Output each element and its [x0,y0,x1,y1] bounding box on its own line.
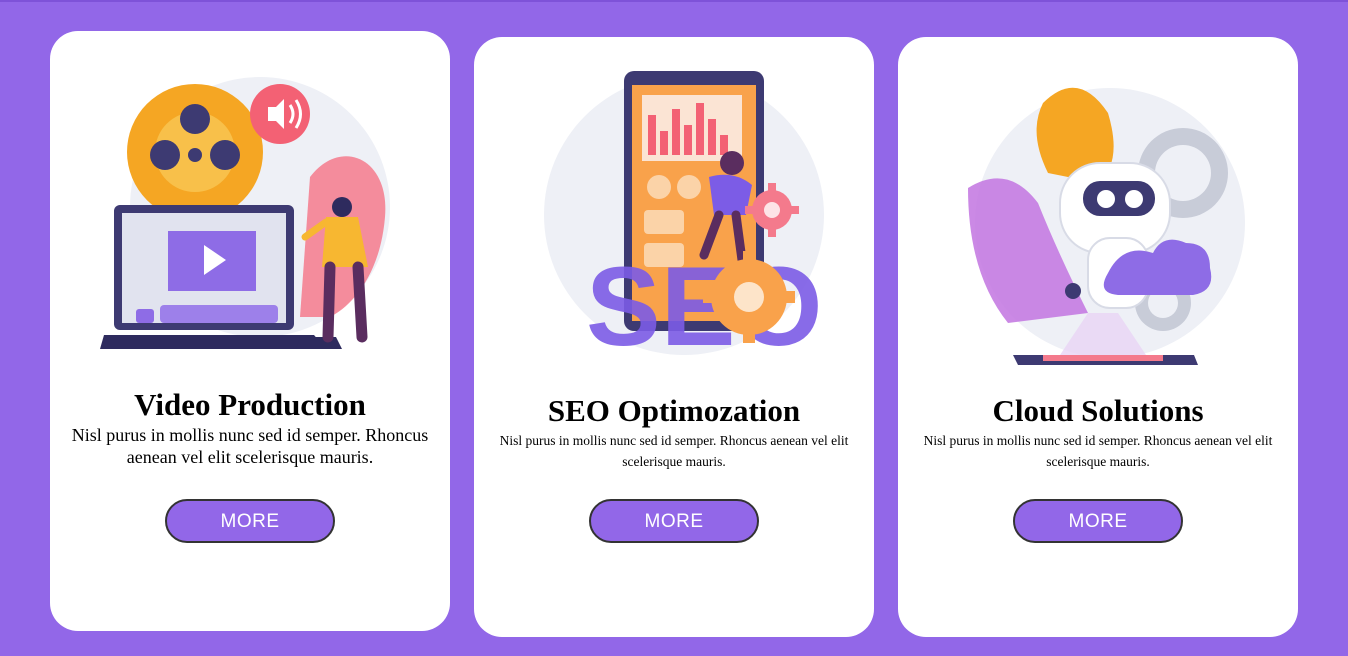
card-title: Cloud Solutions [992,393,1204,428]
card-description: Nisl purus in mollis nunc sed id semper.… [71,425,429,467]
card-description: Nisl purus in mollis nunc sed id semper.… [923,433,1273,469]
card-description: Nisl purus in mollis nunc sed id semper.… [499,433,849,469]
more-button[interactable]: MORE [1013,499,1183,543]
more-button[interactable]: MORE [165,499,335,543]
top-border [0,0,1348,2]
more-button[interactable]: MORE [589,499,759,543]
service-card-cloud-solutions: Cloud Solutions Nisl purus in mollis nun… [898,37,1298,637]
service-card-video-production: Video Production Nisl purus in mollis nu… [50,31,450,631]
cloud-robot-illustration [948,73,1248,373]
seo-illustration: SEO [524,65,824,365]
card-title: SEO Optimozation [547,393,801,428]
video-production-illustration [100,67,400,367]
card-title: Video Production [134,387,366,422]
service-card-seo: SEO SEO Optimozation Nisl purus in molli… [474,37,874,637]
seo-letters: SEO [586,244,823,365]
